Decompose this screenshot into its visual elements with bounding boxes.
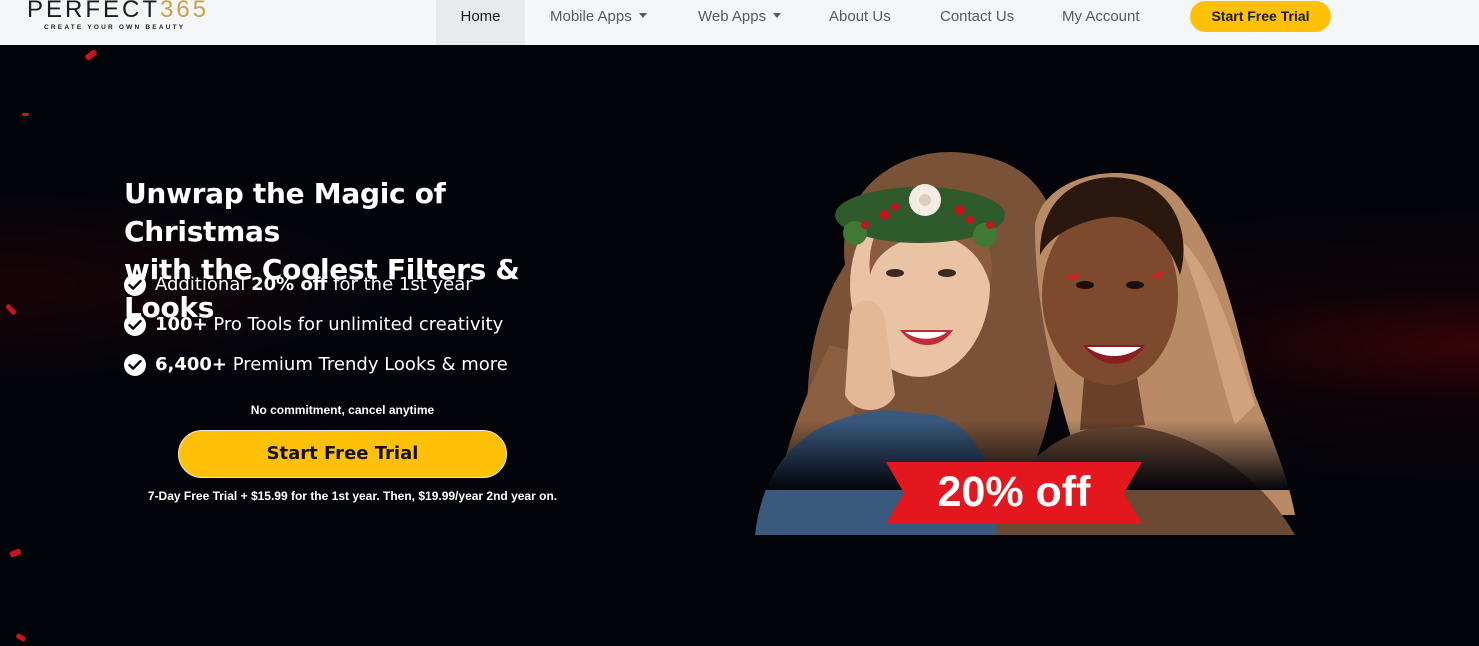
confetti-decoration xyxy=(22,113,29,116)
nav-my-account[interactable]: My Account xyxy=(1062,0,1140,45)
confetti-decoration xyxy=(84,49,98,61)
nav-start-trial-button[interactable]: Start Free Trial xyxy=(1190,1,1331,32)
feature-item: 6,400+ Premium Trendy Looks & more xyxy=(124,351,508,391)
pricing-note: 7-Day Free Trial + $15.99 for the 1st ye… xyxy=(147,489,558,503)
discount-badge-text: 20% off xyxy=(937,468,1091,516)
top-navbar: PERFECT365 CREATE YOUR OWN BEAUTY Home M… xyxy=(0,0,1479,45)
confetti-decoration xyxy=(9,548,22,558)
check-circle-icon xyxy=(124,314,146,336)
feature-item: Additional 20% off for the 1st year xyxy=(124,271,508,311)
feature-list: Additional 20% off for the 1st year 100+… xyxy=(124,271,508,391)
feature-item: 100+ Pro Tools for unlimited creativity xyxy=(124,311,508,351)
nav-mobile-apps[interactable]: Mobile Apps xyxy=(550,0,647,45)
check-circle-icon xyxy=(124,354,146,376)
logo-wordmark: PERFECT365 xyxy=(27,0,210,23)
commitment-note: No commitment, cancel anytime xyxy=(250,403,435,417)
chevron-down-icon xyxy=(638,12,647,18)
logo-tagline: CREATE YOUR OWN BEAUTY xyxy=(44,24,186,31)
check-circle-icon xyxy=(124,274,146,296)
hero-section: Unwrap the Magic of Christmas with the Co… xyxy=(0,45,1479,646)
brand-logo[interactable]: PERFECT365 CREATE YOUR OWN BEAUTY xyxy=(27,0,207,36)
nav-contact-us[interactable]: Contact Us xyxy=(940,0,1014,45)
chevron-down-icon xyxy=(773,12,782,18)
confetti-decoration xyxy=(15,632,27,643)
hero-start-trial-button[interactable]: Start Free Trial xyxy=(178,430,507,478)
confetti-decoration xyxy=(4,303,18,316)
nav-home[interactable]: Home xyxy=(436,0,525,45)
nav-web-apps[interactable]: Web Apps xyxy=(698,0,782,45)
nav-about-us[interactable]: About Us xyxy=(829,0,891,45)
